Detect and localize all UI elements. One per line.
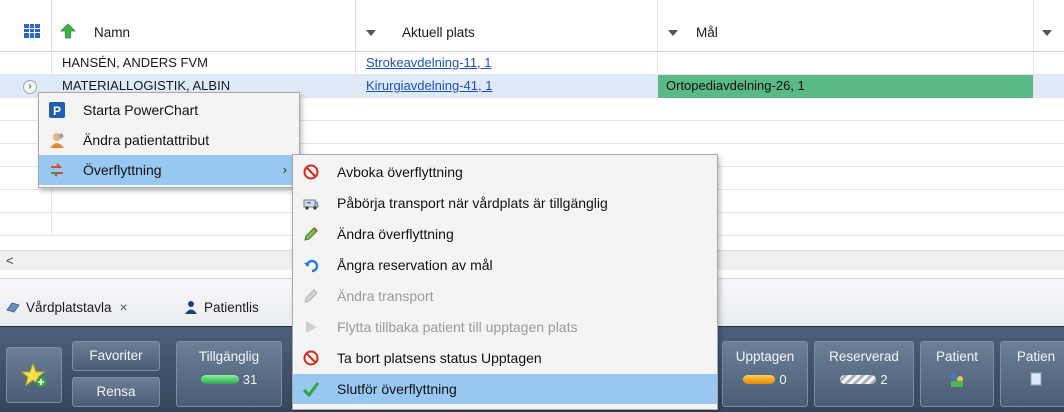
column-header-name-label: Namn <box>94 25 131 40</box>
menu-item-edit-patient-attributes[interactable]: Ändra patientattribut <box>39 125 299 155</box>
patient-label: Patient <box>935 349 979 364</box>
destination-cell: Ortopediavdelning-26, 1 <box>658 75 1034 98</box>
menu-item-label: Starta PowerChart <box>83 102 199 118</box>
bed-board-icon <box>6 302 20 313</box>
menu-item-label: Ångra reservation av mål <box>337 257 493 273</box>
clear-label: Rensa <box>96 384 136 399</box>
tab-patient-list-label: Patientlis <box>204 300 259 315</box>
filter-patient-button[interactable]: Patient <box>920 341 994 407</box>
play-icon <box>306 321 317 333</box>
submenu-chevron-icon: › <box>282 162 287 177</box>
column-header-current-location[interactable]: Aktuell plats <box>356 0 658 52</box>
available-label: Tillgänglig <box>198 349 260 364</box>
favorites-button[interactable]: Favoriter <box>72 341 160 371</box>
menu-item-undo-reservation[interactable]: Ångra reservation av mål <box>293 250 717 280</box>
menu-item-start-powerchart[interactable]: P Starta PowerChart <box>39 95 299 125</box>
menu-item-transfer[interactable]: Överflyttning › <box>39 155 299 185</box>
menu-item-label: Flytta tillbaka patient till upptagen pl… <box>337 319 578 335</box>
menu-item-remove-occupied-status[interactable]: Ta bort platsens status Upptagen <box>293 343 717 373</box>
menu-item-label: Ändra patientattribut <box>83 132 210 148</box>
reserved-count: 2 <box>880 372 888 387</box>
pencil-icon <box>304 289 318 303</box>
tab-patient-list[interactable]: Patientlis <box>184 295 259 321</box>
row-selector[interactable] <box>0 52 52 75</box>
row-selector <box>0 213 52 236</box>
menu-item-label: Slutför överflyttning <box>337 381 457 397</box>
patient2-label: Patien <box>1016 349 1056 364</box>
person-icon <box>185 301 197 314</box>
current-location-link[interactable]: Strokeavdelning-11, 1 <box>356 52 658 75</box>
svg-text:P: P <box>53 104 61 118</box>
menu-item-edit-transfer[interactable]: Ändra överflyttning <box>293 219 717 249</box>
undo-icon <box>304 259 319 273</box>
favorites-label: Favoriter <box>89 348 143 363</box>
available-pill-icon <box>200 375 239 384</box>
header-left-cell <box>0 0 52 52</box>
filter-chevron-icon[interactable] <box>668 30 678 36</box>
menu-item-complete-transfer[interactable]: Slutför överflyttning <box>293 374 717 404</box>
column-header-location-label: Aktuell plats <box>402 25 475 40</box>
person-icon <box>50 133 64 148</box>
pencil-icon <box>304 227 318 241</box>
column-header-destination[interactable]: Mål <box>658 0 1034 52</box>
transfer-icon <box>51 163 63 177</box>
menu-item-edit-transport: Ändra transport <box>293 281 717 311</box>
menu-item-label: Ändra transport <box>337 288 434 304</box>
grid-settings-icon[interactable] <box>24 24 40 38</box>
patient-name-cell: HANSÉN, ANDERS FVM <box>52 52 356 75</box>
filter-chevron-icon[interactable] <box>366 30 376 36</box>
star-icon <box>21 362 46 387</box>
filter-available-button[interactable]: Tillgänglig 31 <box>176 341 282 407</box>
occupied-label: Upptagen <box>735 349 795 364</box>
no-entry-icon <box>303 164 319 180</box>
filter-patient-button-2[interactable]: Patien <box>1000 341 1064 407</box>
filter-chevron-icon[interactable] <box>1042 30 1052 36</box>
sort-ascending-icon[interactable] <box>60 23 76 39</box>
tab-bed-board-label: Vårdplatstavla <box>26 300 112 315</box>
row-selector <box>0 190 52 213</box>
clear-button[interactable]: Rensa <box>72 377 160 407</box>
add-favorite-button[interactable] <box>6 347 62 403</box>
context-menu: P Starta PowerChart Ändra patientattribu… <box>38 92 300 188</box>
occupied-pill-icon <box>743 375 776 384</box>
menu-item-label: Påbörja transport när vårdplats är tillg… <box>337 195 608 211</box>
menu-item-start-transport[interactable]: Påbörja transport när vårdplats är tillg… <box>293 188 717 218</box>
reserved-label: Reserverad <box>829 349 899 364</box>
menu-item-label: Avboka överflyttning <box>337 164 463 180</box>
column-header-name[interactable]: Namn <box>52 0 356 52</box>
reserved-pill-icon <box>840 375 877 384</box>
close-tab-icon[interactable]: × <box>120 300 128 315</box>
patients-icon <box>951 374 963 387</box>
destination-cell <box>658 52 1034 75</box>
transfer-submenu: Avboka överflyttning Påbörja transport n… <box>292 154 718 410</box>
occupied-count: 0 <box>779 372 787 387</box>
menu-item-label: Överflyttning <box>83 162 162 178</box>
list-icon <box>1030 372 1042 386</box>
column-header-destination-label: Mål <box>696 25 718 40</box>
column-header-next[interactable] <box>1034 0 1064 52</box>
tab-bed-board[interactable]: Vårdplatstavla × <box>6 295 127 321</box>
scroll-left-icon[interactable]: < <box>6 253 14 268</box>
ambulance-icon <box>303 199 319 210</box>
expand-icon[interactable]: › <box>23 80 37 94</box>
menu-item-label: Ta bort platsens status Upptagen <box>337 350 542 366</box>
available-count: 31 <box>242 372 258 387</box>
no-entry-icon <box>303 350 319 366</box>
table-row[interactable]: HANSÉN, ANDERS FVM Strokeavdelning-11, 1 <box>0 52 1064 75</box>
powerchart-icon: P <box>49 102 65 118</box>
filter-reserved-button[interactable]: Reserverad 2 <box>814 341 914 407</box>
current-location-link[interactable]: Kirurgiavdelning-41, 1 <box>356 75 658 98</box>
filter-occupied-button[interactable]: Upptagen 0 <box>722 341 808 407</box>
menu-item-cancel-transfer[interactable]: Avboka överflyttning <box>293 157 717 187</box>
checkmark-icon <box>303 382 319 397</box>
menu-item-move-patient-back: Flytta tillbaka patient till upptagen pl… <box>293 312 717 342</box>
menu-item-label: Ändra överflyttning <box>337 226 454 242</box>
